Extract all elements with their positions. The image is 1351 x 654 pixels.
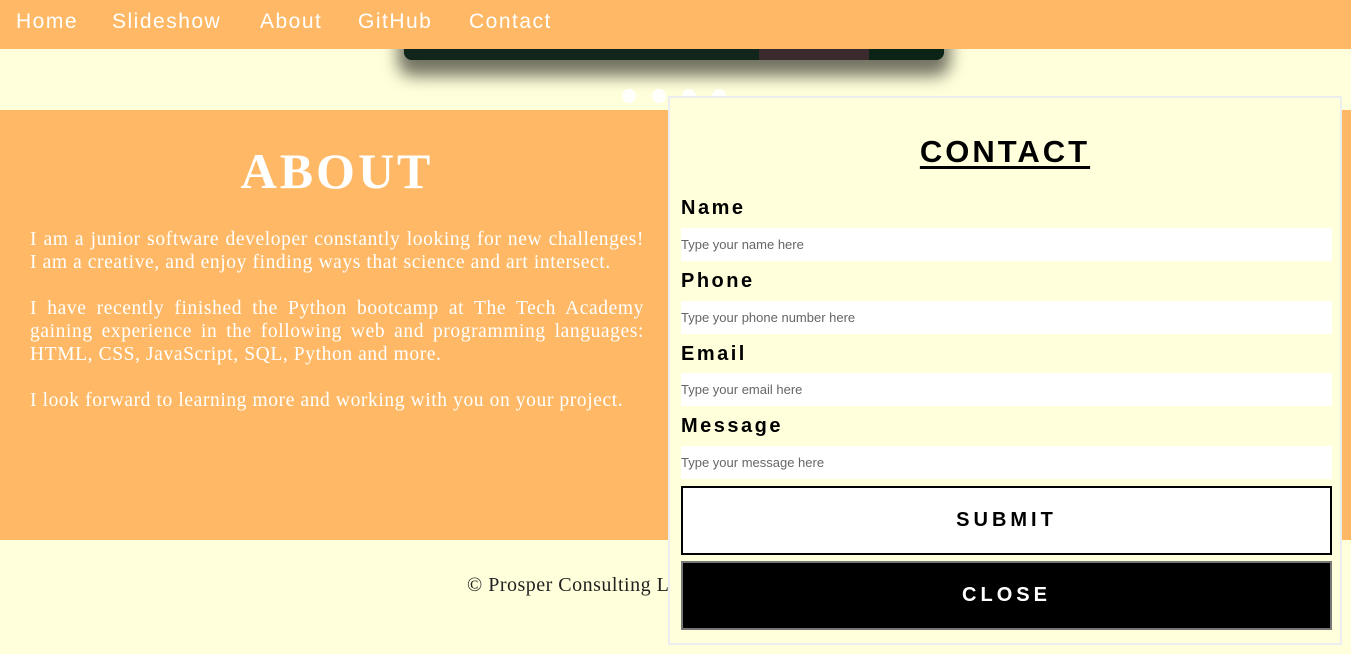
contact-title: CONTACT bbox=[919, 134, 1091, 169]
message-label: Message bbox=[681, 415, 783, 437]
about-paragraph: I have recently finished the Python boot… bbox=[30, 298, 644, 365]
name-label: Name bbox=[681, 197, 746, 219]
about-text: I am a junior software developer constan… bbox=[30, 228, 644, 435]
navbar: Home Slideshow About GitHub Contact bbox=[0, 0, 1351, 49]
slideshow-dot[interactable] bbox=[622, 89, 636, 103]
email-label: Email bbox=[681, 343, 747, 365]
name-field[interactable] bbox=[681, 228, 1332, 261]
footer-copyright: © Prosper Consulting L bbox=[467, 574, 670, 596]
nav-link-github[interactable]: GitHub bbox=[358, 10, 432, 34]
nav-link-contact[interactable]: Contact bbox=[469, 10, 552, 34]
email-field[interactable] bbox=[681, 373, 1332, 406]
close-button[interactable]: CLOSE bbox=[681, 561, 1332, 630]
nav-link-home[interactable]: Home bbox=[16, 10, 78, 34]
phone-field[interactable] bbox=[681, 301, 1332, 334]
slideshow-dot[interactable] bbox=[652, 89, 666, 103]
message-field[interactable] bbox=[681, 446, 1332, 479]
about-paragraph: I am a junior software developer constan… bbox=[30, 229, 644, 273]
contact-modal: CONTACT Name Phone Email Message SUBMIT … bbox=[668, 96, 1342, 645]
nav-link-about[interactable]: About bbox=[260, 10, 322, 34]
about-paragraph: I look forward to learning more and work… bbox=[30, 390, 624, 411]
about-title: ABOUT bbox=[240, 143, 434, 199]
nav-link-slideshow[interactable]: Slideshow bbox=[112, 10, 221, 34]
submit-button[interactable]: SUBMIT bbox=[681, 486, 1332, 555]
phone-label: Phone bbox=[681, 270, 755, 292]
